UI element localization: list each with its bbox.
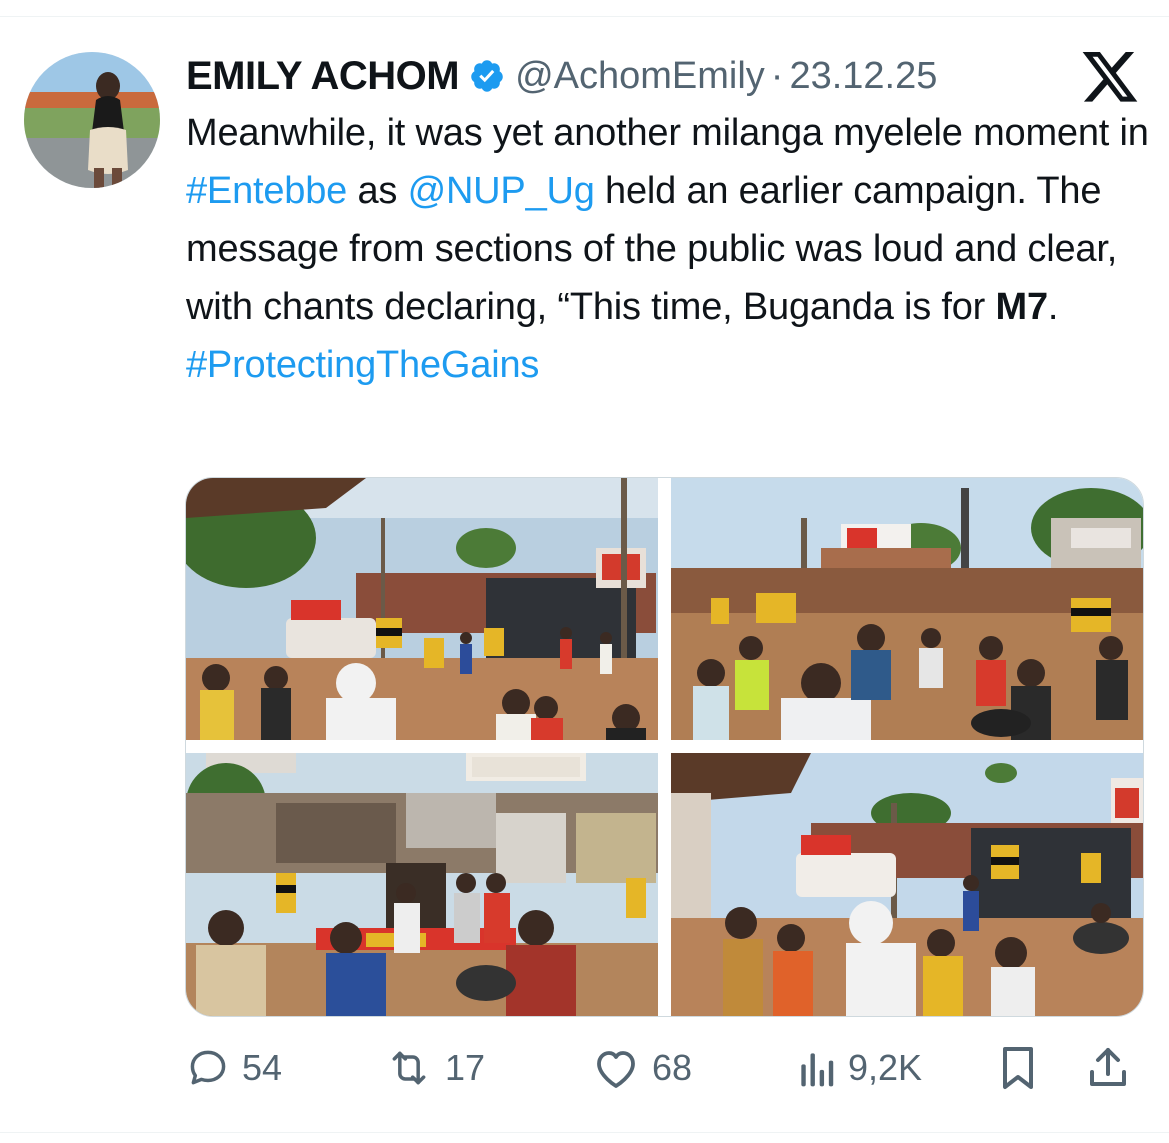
views-button[interactable]: 9,2K bbox=[796, 1040, 922, 1096]
top-divider bbox=[0, 16, 1169, 17]
tweet-text-part: as bbox=[347, 170, 408, 212]
mention-nup-link[interactable]: @NUP_Ug bbox=[408, 170, 595, 212]
tweet-date[interactable]: 23.12.25 bbox=[789, 55, 937, 98]
photo-2[interactable] bbox=[671, 478, 1143, 740]
reply-icon bbox=[190, 1050, 226, 1085]
verified-badge-icon bbox=[469, 58, 505, 94]
repost-icon bbox=[392, 1051, 426, 1085]
heart-icon bbox=[597, 1051, 635, 1088]
reply-button[interactable]: 54 bbox=[186, 1040, 282, 1096]
reply-count: 54 bbox=[242, 1047, 283, 1088]
tweet-text-part: . bbox=[1047, 286, 1059, 328]
bold-text: M7 bbox=[995, 286, 1049, 328]
avatar[interactable] bbox=[24, 52, 160, 188]
media-grid bbox=[185, 477, 1144, 1017]
tweet-text-part: Meanwhile, it was yet another milanga my… bbox=[186, 112, 1149, 154]
separator-dot: · bbox=[770, 54, 784, 97]
hashtag-protectingthegains-link[interactable]: #ProtectingTheGains bbox=[186, 344, 539, 386]
x-logo-icon[interactable] bbox=[1082, 52, 1140, 104]
bookmark-button[interactable] bbox=[996, 1040, 1040, 1096]
like-count: 68 bbox=[652, 1047, 693, 1088]
like-button[interactable]: 68 bbox=[592, 1040, 692, 1096]
photo-1[interactable] bbox=[186, 478, 658, 740]
photo-3[interactable] bbox=[186, 753, 658, 1016]
views-count: 9,2K bbox=[848, 1047, 923, 1088]
bottom-divider bbox=[0, 1132, 1169, 1133]
display-name[interactable]: EMILY ACHOM bbox=[186, 54, 460, 99]
bookmark-icon bbox=[1003, 1047, 1033, 1089]
repost-count: 17 bbox=[445, 1047, 486, 1088]
share-icon bbox=[1090, 1048, 1126, 1086]
photo-4[interactable] bbox=[671, 753, 1143, 1016]
views-icon bbox=[801, 1053, 834, 1087]
avatar-image bbox=[24, 52, 160, 188]
repost-button[interactable]: 17 bbox=[385, 1040, 485, 1096]
share-button[interactable] bbox=[1086, 1040, 1130, 1096]
user-handle[interactable]: @AchomEmily bbox=[515, 55, 765, 98]
tweet-text: Meanwhile, it was yet another milanga my… bbox=[186, 104, 1156, 394]
tweet-header: EMILY ACHOM @AchomEmily · 23.12.25 bbox=[186, 46, 937, 106]
hashtag-entebbe-link[interactable]: #Entebbe bbox=[186, 170, 347, 212]
